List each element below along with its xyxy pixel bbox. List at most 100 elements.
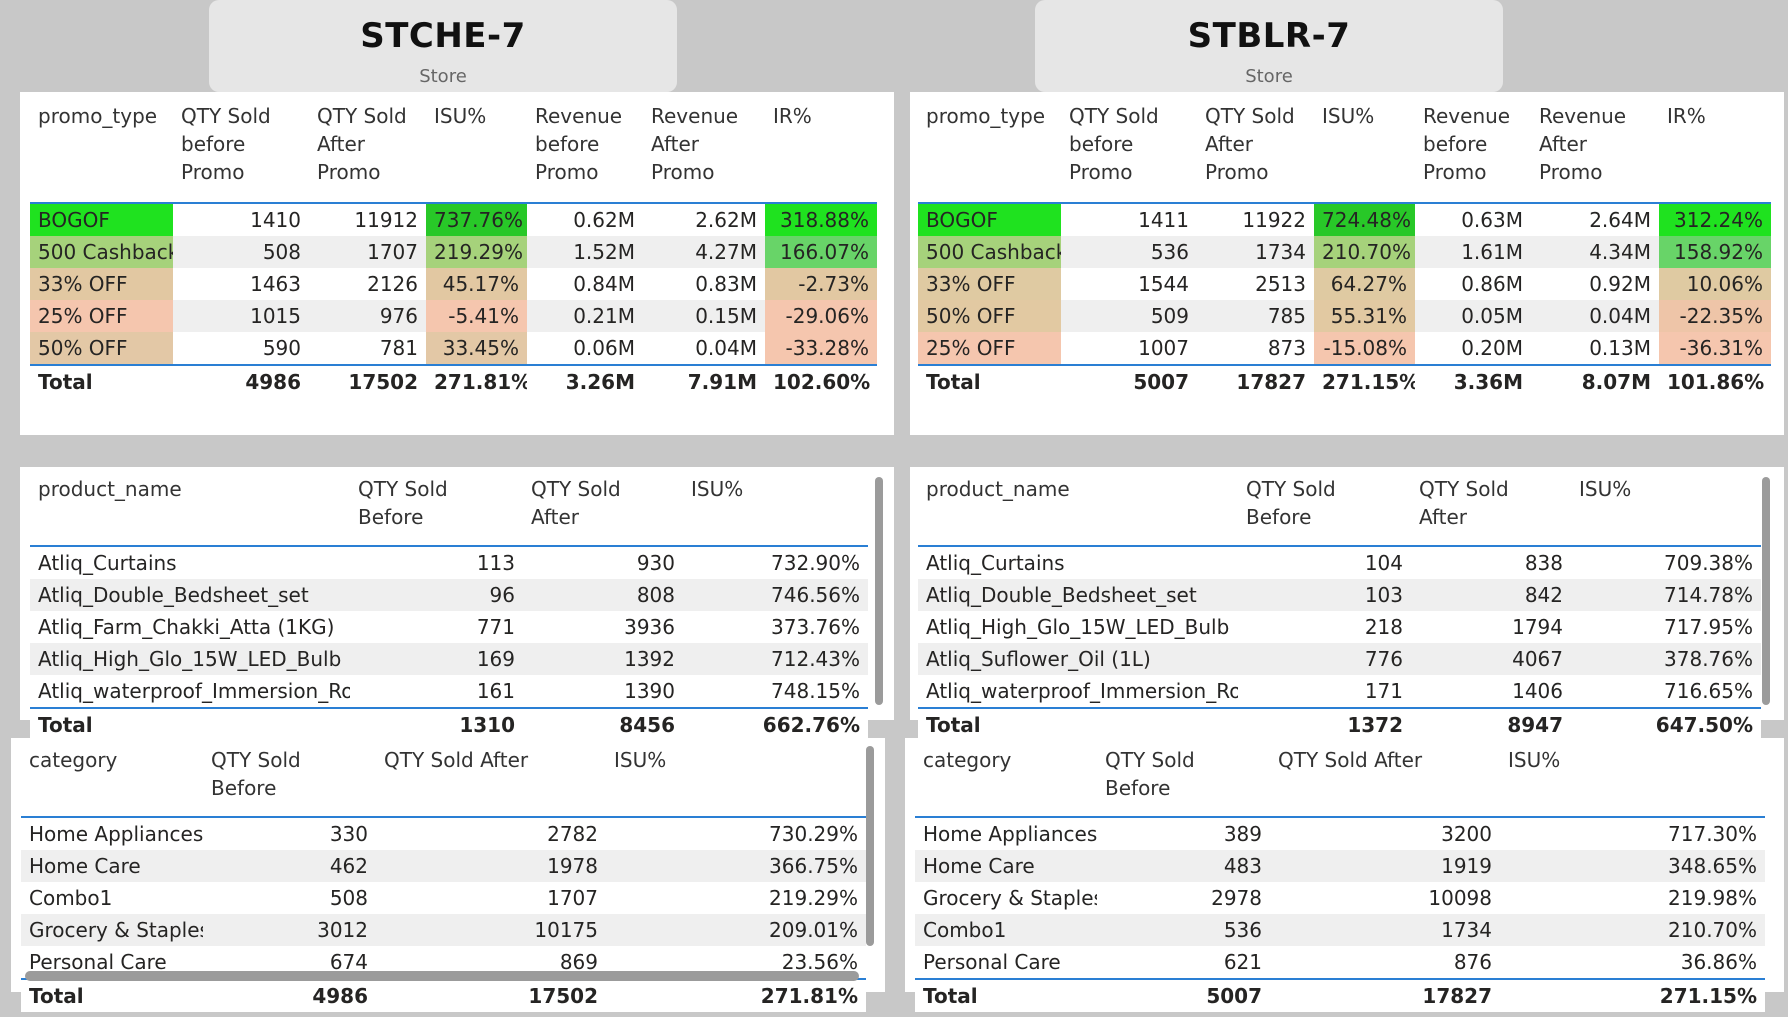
table-row[interactable]: Atliq_High_Glo_15W_LED_Bulb 169 1392 712.43… bbox=[30, 643, 868, 675]
table-row[interactable]: Grocery & Staples 2978 10098 219.98% bbox=[915, 882, 1765, 914]
column-header[interactable]: Revenue before Promo bbox=[527, 102, 643, 203]
table-row[interactable]: Home Appliances 389 3200 717.30% bbox=[915, 817, 1765, 850]
total-value: 4986 bbox=[203, 979, 376, 1012]
product-table: product_name QTY Sold Before QTY Sold Afte… bbox=[30, 475, 868, 741]
cell-value: 219.98% bbox=[1668, 886, 1757, 910]
table-row[interactable]: 500 Cashback 508 1707 219.29% 1.52M 4.27M 166.… bbox=[30, 236, 877, 268]
column-header[interactable]: QTY Sold Before bbox=[203, 746, 376, 817]
cell-value: 158.92% bbox=[1659, 236, 1771, 268]
column-header[interactable]: product_name bbox=[30, 475, 350, 546]
column-header[interactable]: QTY Sold After bbox=[376, 746, 606, 817]
column-header[interactable]: promo_type bbox=[30, 102, 173, 203]
vertical-scrollbar[interactable] bbox=[875, 477, 883, 705]
column-header[interactable]: promo_type bbox=[918, 102, 1061, 203]
table-row[interactable]: Atliq_Suflower_Oil (1L) 776 4067 378.76% bbox=[918, 643, 1761, 675]
row-label: Atliq_High_Glo_15W_LED_Bulb bbox=[30, 643, 350, 675]
table-row[interactable]: Atliq_Curtains 104 838 709.38% bbox=[918, 546, 1761, 579]
table-row[interactable]: 33% OFF 1463 2126 45.17% 0.84M 0.83M -2.73% bbox=[30, 268, 877, 300]
table-row[interactable]: 25% OFF 1007 873 -15.08% 0.20M 0.13M -36.31% bbox=[918, 332, 1771, 365]
column-header[interactable]: Revenue After Promo bbox=[1531, 102, 1659, 203]
column-header[interactable]: QTY Sold After bbox=[1270, 746, 1500, 817]
column-header[interactable]: ISU% bbox=[606, 746, 866, 817]
table-row[interactable]: Combo1 536 1734 210.70% bbox=[915, 914, 1765, 946]
column-header[interactable]: IR% bbox=[1659, 102, 1771, 203]
table-row[interactable]: 50% OFF 509 785 55.31% 0.05M 0.04M -22.35% bbox=[918, 300, 1771, 332]
row-label: Atliq_waterproof_Immersion_Rod bbox=[926, 679, 1238, 703]
column-header[interactable]: QTY Sold Before bbox=[350, 475, 523, 546]
column-header[interactable]: QTY Sold After Promo bbox=[309, 102, 426, 203]
table-row[interactable]: Atliq_Double_Bedsheet_set 103 842 714.78% bbox=[918, 579, 1761, 611]
column-header[interactable]: product_name bbox=[918, 475, 1238, 546]
cell-value: 842 bbox=[1411, 579, 1571, 611]
column-header[interactable]: QTY Sold Before bbox=[1097, 746, 1270, 817]
vertical-scrollbar[interactable] bbox=[866, 746, 874, 946]
promo-table: promo_type QTY Sold before Promo QTY Sold … bbox=[30, 102, 877, 398]
table-row[interactable]: 33% OFF 1544 2513 64.27% 0.86M 0.92M 10.06% bbox=[918, 268, 1771, 300]
table-row[interactable]: 50% OFF 590 781 33.45% 0.06M 0.04M -33.28% bbox=[30, 332, 877, 365]
column-header[interactable]: QTY Sold before Promo bbox=[173, 102, 309, 203]
cell-value: 976 bbox=[309, 300, 426, 332]
table-row[interactable]: BOGOF 1411 11922 724.48% 0.63M 2.64M 312.24% bbox=[918, 203, 1771, 236]
column-header[interactable]: Revenue before Promo bbox=[1415, 102, 1531, 203]
table-row[interactable]: Atliq_Curtains 113 930 732.90% bbox=[30, 546, 868, 579]
total-value: 4986 bbox=[173, 365, 309, 398]
cell-value: 210.70% bbox=[1500, 914, 1765, 946]
cell-value: 318.88% bbox=[765, 203, 877, 236]
column-header[interactable]: category bbox=[915, 746, 1097, 817]
total-row: Total 4986 17502 271.81% 3.26M 7.91M 102.60% bbox=[30, 365, 877, 398]
cell-value: 373.76% bbox=[771, 615, 860, 639]
column-header[interactable]: QTY Sold After Promo bbox=[1197, 102, 1314, 203]
column-header[interactable]: category bbox=[21, 746, 203, 817]
cell-value: 3200 bbox=[1441, 822, 1492, 846]
row-label: Atliq_waterproof_Immersion_Rod bbox=[38, 679, 350, 703]
cell-value: 171 bbox=[1364, 679, 1403, 703]
table-row[interactable]: Atliq_waterproof_Immersion_Rod 171 1406 716… bbox=[918, 675, 1761, 708]
column-header[interactable]: ISU% bbox=[426, 102, 527, 203]
column-header[interactable]: Revenue After Promo bbox=[643, 102, 765, 203]
column-header[interactable]: IR% bbox=[765, 102, 877, 203]
table-row[interactable]: BOGOF 1410 11912 737.76% 0.62M 2.62M 318.88% bbox=[30, 203, 877, 236]
table-row[interactable]: 25% OFF 1015 976 -5.41% 0.21M 0.15M -29.06% bbox=[30, 300, 877, 332]
table-row[interactable]: Personal Care 621 876 36.86% bbox=[915, 946, 1765, 979]
column-header[interactable]: ISU% bbox=[683, 475, 868, 546]
table-row[interactable]: Atliq_waterproof_Immersion_Rod 161 1390 748… bbox=[30, 675, 868, 708]
cell-value: 509 bbox=[1061, 300, 1197, 332]
header-row: category QTY Sold Before QTY Sold After ISU… bbox=[915, 746, 1765, 817]
table-row[interactable]: 500 Cashback 536 1734 210.70% 1.61M 4.34M 158.… bbox=[918, 236, 1771, 268]
cell-value: 1794 bbox=[1512, 615, 1563, 639]
horizontal-scrollbar[interactable] bbox=[25, 971, 859, 981]
cell-value: 746.56% bbox=[683, 579, 868, 611]
table-row[interactable]: Atliq_High_Glo_15W_LED_Bulb 218 1794 717.95… bbox=[918, 611, 1761, 643]
cell-value: 2.62M bbox=[695, 208, 757, 232]
column-header[interactable]: QTY Sold Before bbox=[1238, 475, 1411, 546]
cell-value: 0.84M bbox=[573, 272, 635, 296]
total-value: 17827 bbox=[1270, 979, 1500, 1012]
row-label: BOGOF bbox=[30, 203, 173, 236]
cell-value: -33.28% bbox=[765, 332, 877, 365]
column-header[interactable]: QTY Sold before Promo bbox=[1061, 102, 1197, 203]
column-header[interactable]: ISU% bbox=[1314, 102, 1415, 203]
column-header[interactable]: QTY Sold After bbox=[1411, 475, 1571, 546]
cell-value: 717.30% bbox=[1668, 822, 1757, 846]
table-row[interactable]: Combo1 508 1707 219.29% bbox=[21, 882, 866, 914]
table-row[interactable]: Home Care 462 1978 366.75% bbox=[21, 850, 866, 882]
column-header[interactable]: ISU% bbox=[1500, 746, 1765, 817]
column-header[interactable]: QTY Sold After bbox=[523, 475, 683, 546]
cell-value: 11912 bbox=[354, 208, 418, 232]
cell-value: 876 bbox=[1453, 950, 1492, 974]
vertical-scrollbar[interactable] bbox=[1762, 477, 1770, 705]
cell-value: 10175 bbox=[376, 914, 606, 946]
table-row[interactable]: Atliq_Double_Bedsheet_set 96 808 746.56% bbox=[30, 579, 868, 611]
row-label: 500 Cashback bbox=[30, 236, 173, 268]
row-label: 50% OFF bbox=[918, 300, 1061, 332]
column-header[interactable]: ISU% bbox=[1571, 475, 1761, 546]
cell-value: 104 bbox=[1364, 551, 1403, 575]
cell-value: 4.27M bbox=[643, 236, 765, 268]
table-row[interactable]: Atliq_Farm_Chakki_Atta (1KG) 771 3936 373.7… bbox=[30, 611, 868, 643]
table-row[interactable]: Grocery & Staples 3012 10175 209.01% bbox=[21, 914, 866, 946]
table-row[interactable]: Home Care 483 1919 348.65% bbox=[915, 850, 1765, 882]
table-row[interactable]: Home Appliances 330 2782 730.29% bbox=[21, 817, 866, 850]
cell-value: 2513 bbox=[1255, 272, 1306, 296]
cell-value: 0.15M bbox=[643, 300, 765, 332]
cell-value: 1707 bbox=[547, 886, 598, 910]
